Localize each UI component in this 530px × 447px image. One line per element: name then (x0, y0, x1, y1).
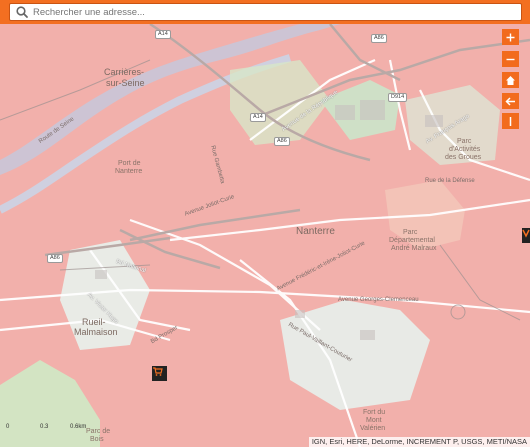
info-button[interactable] (502, 113, 519, 129)
search-box[interactable] (9, 3, 522, 21)
road-shield-d914: D914 (388, 93, 408, 102)
scale-label-mid: 0.3 (40, 424, 49, 430)
home-icon (506, 75, 515, 85)
scale-label-0: 0 (6, 424, 10, 430)
search-input[interactable] (33, 6, 521, 18)
search-bar (0, 0, 530, 24)
road-shield-a14: A14 (155, 30, 171, 39)
road-shield-a86c: A86 (47, 254, 63, 263)
scale-label-end: 0.6km (70, 424, 87, 430)
home-button[interactable] (502, 72, 519, 88)
minus-icon (506, 58, 515, 60)
zoom-out-button[interactable] (502, 51, 519, 67)
plus-icon (506, 33, 515, 41)
map-base (0, 0, 530, 447)
map-canvas[interactable]: Carrières- sur-Seine Port de Nanterre Na… (0, 0, 530, 447)
road-shield-a14b: A14 (250, 113, 266, 122)
info-icon (509, 116, 512, 126)
road-shield-a86: A86 (371, 34, 387, 43)
road-shield-a86b: A86 (274, 137, 290, 146)
shop-cart-icon[interactable] (152, 366, 167, 381)
shop-marker-icon[interactable] (522, 228, 530, 243)
back-button[interactable] (502, 93, 519, 109)
zoom-in-button[interactable] (502, 29, 519, 45)
arrow-left-icon (505, 96, 515, 106)
search-icon (16, 6, 28, 18)
map-attribution: IGN, Esri, HERE, DeLorme, INCREMENT P, U… (308, 437, 530, 447)
